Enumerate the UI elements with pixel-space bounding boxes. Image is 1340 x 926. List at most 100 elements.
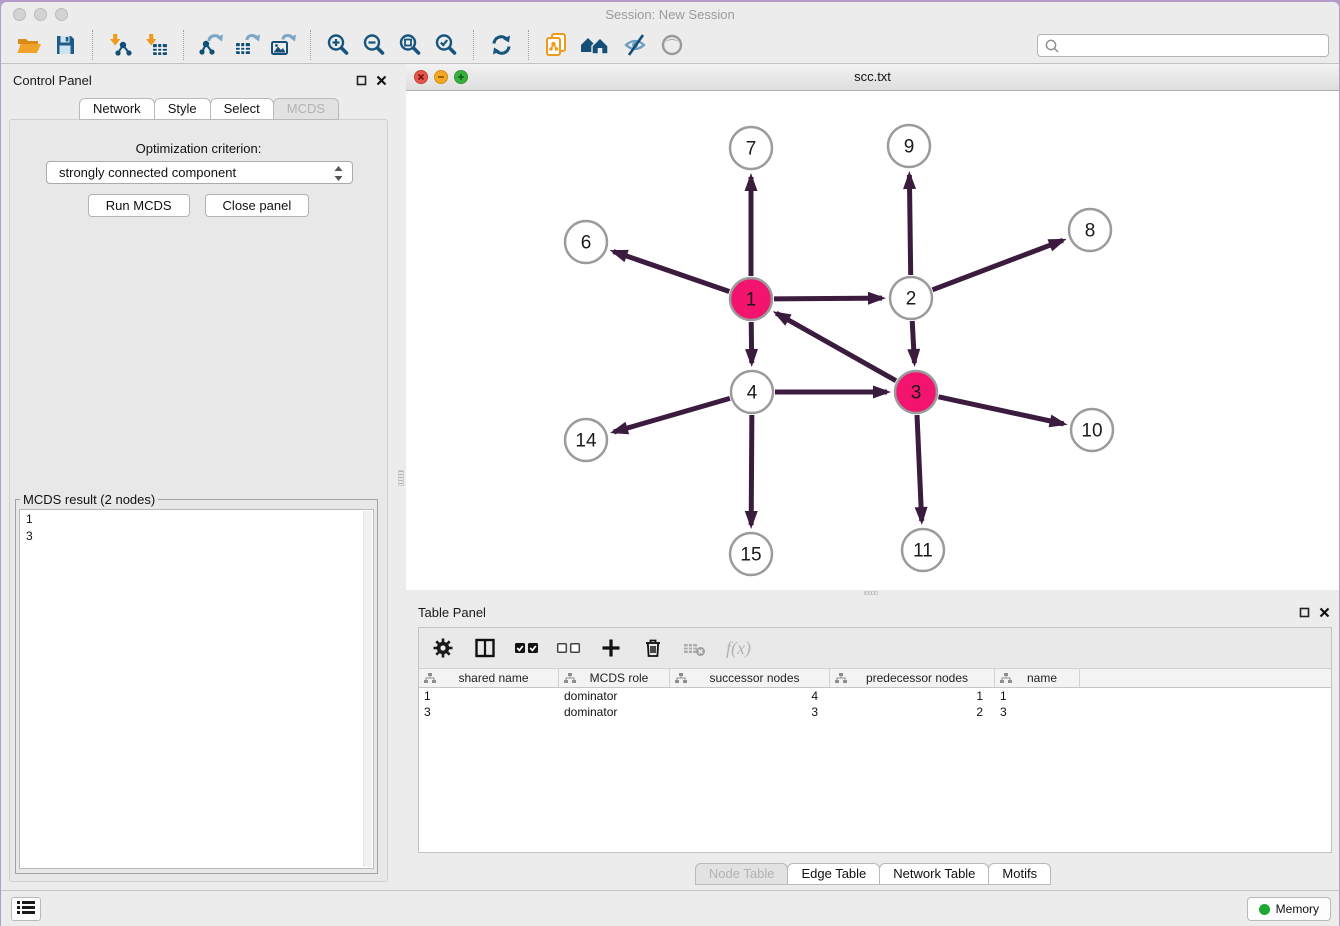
frame-minimize-icon[interactable] [434,70,448,84]
svg-text:3: 3 [911,383,922,404]
svg-text:2: 2 [906,289,917,310]
copy-current-style-icon[interactable] [540,29,572,61]
open-session-icon[interactable] [13,29,45,61]
criterion-select[interactable]: strongly connected component [46,161,353,184]
table-header-row: shared nameMCDS rolesuccessor nodesprede… [419,669,1331,688]
table-cell: 1 [830,688,995,704]
table-cell: dominator [559,704,670,720]
run-mcds-button[interactable]: Run MCDS [88,194,190,217]
export-table-icon[interactable] [231,29,263,61]
graph-node-2[interactable]: 2 [890,277,932,319]
network-frame: scc.txt 7 9 6 8 1 2 4 3 14 10 15 11 [406,64,1339,590]
zoom-selected-icon[interactable] [430,29,462,61]
first-neighbors-icon[interactable] [576,29,616,61]
graph-node-11[interactable]: 11 [902,529,944,571]
float-panel-icon[interactable] [1299,605,1310,623]
graph-edge-3-10[interactable] [938,397,1063,424]
column-header-MCDS-role[interactable]: MCDS role [559,669,670,687]
memory-button[interactable]: Memory [1247,897,1331,921]
delete-column-icon[interactable] [640,635,666,661]
show-hidden-icon[interactable] [656,29,688,61]
task-history-button[interactable] [11,897,41,921]
export-network-icon[interactable] [195,29,227,61]
splitter-grip[interactable] [864,591,878,595]
graph-edge-1-6[interactable] [613,251,729,291]
import-table-icon[interactable] [140,29,172,61]
search-input[interactable] [1037,34,1329,57]
table-toolbar: f(x) [419,628,1331,669]
save-session-icon[interactable] [49,29,81,61]
graph-edge-4-14[interactable] [614,398,730,432]
graph-edge-2-9[interactable] [909,175,910,275]
graph-node-4[interactable]: 4 [731,371,773,413]
result-scrollbar[interactable] [363,511,372,867]
svg-text:f(x): f(x) [726,638,751,659]
float-panel-icon[interactable] [356,73,367,91]
table-row[interactable]: 1dominator411 [419,688,1331,704]
graph-node-8[interactable]: 8 [1069,209,1111,251]
tab-edge-table[interactable]: Edge Table [787,863,880,885]
function-builder-icon: f(x) [724,635,760,661]
tab-node-table[interactable]: Node Table [695,863,789,885]
graph-edge-3-1[interactable] [776,313,896,380]
graph-edge-3-11[interactable] [917,415,922,521]
close-panel-icon[interactable] [376,73,387,91]
svg-text:1: 1 [746,290,757,311]
graph-edge-1-2[interactable] [774,298,882,299]
zoom-in-icon[interactable] [322,29,354,61]
network-canvas[interactable]: 7 9 6 8 1 2 4 3 14 10 15 11 [406,91,1339,589]
graph-node-15[interactable]: 15 [730,533,772,575]
graph-node-10[interactable]: 10 [1071,409,1113,451]
tab-motifs[interactable]: Motifs [988,863,1051,885]
close-panel-icon[interactable] [1319,605,1330,623]
splitter-grip[interactable] [398,470,404,486]
deselect-all-rows-icon[interactable] [556,635,582,661]
svg-text:10: 10 [1081,421,1102,442]
export-image-icon[interactable] [267,29,299,61]
network-title: scc.txt [406,64,1339,89]
graph-node-14[interactable]: 14 [565,419,607,461]
refresh-icon[interactable] [485,29,517,61]
tab-style[interactable]: Style [154,98,211,120]
import-network-icon[interactable] [104,29,136,61]
select-all-rows-icon[interactable] [514,635,540,661]
tab-mcds[interactable]: MCDS [273,98,339,120]
zoom-out-icon[interactable] [358,29,390,61]
graph-edge-2-8[interactable] [933,240,1063,290]
graph-edge-4-15[interactable] [751,415,752,525]
zoom-fit-icon[interactable] [394,29,426,61]
mcds-result-list[interactable]: 1 3 [19,509,374,869]
table-cell: 3 [419,704,559,720]
graph-edge-2-3[interactable] [912,321,914,363]
column-header-name[interactable]: name [995,669,1080,687]
vertical-splitter[interactable] [396,64,406,890]
table-options-icon[interactable] [430,635,456,661]
table-cell: dominator [559,688,670,704]
graph-node-3[interactable]: 3 [895,371,937,413]
memory-label: Memory [1276,902,1319,916]
graph-node-7[interactable]: 7 [730,127,772,169]
column-header-successor-nodes[interactable]: successor nodes [670,669,830,687]
graph-node-6[interactable]: 6 [565,221,607,263]
column-header-shared-name[interactable]: shared name [419,669,559,687]
svg-text:8: 8 [1085,221,1096,242]
graph-node-9[interactable]: 9 [888,125,930,167]
show-column-panel-icon[interactable] [472,635,498,661]
close-panel-button[interactable]: Close panel [205,194,310,217]
table-row[interactable]: 3dominator323 [419,704,1331,720]
frame-maximize-icon[interactable] [454,70,468,84]
graph-node-1[interactable]: 1 [730,278,772,320]
delete-table-icon [682,635,708,661]
tab-select[interactable]: Select [210,98,274,120]
column-header-predecessor-nodes[interactable]: predecessor nodes [830,669,995,687]
tab-network-table[interactable]: Network Table [879,863,989,885]
frame-close-icon[interactable] [414,70,428,84]
control-panel-tabs: NetworkStyleSelectMCDS [79,98,338,120]
window-title: Session: New Session [1,7,1339,22]
add-column-icon[interactable] [598,635,624,661]
app-window: Session: New Session [1,2,1339,926]
svg-text:11: 11 [913,541,933,562]
hide-selected-icon[interactable] [620,29,652,61]
tab-network[interactable]: Network [79,98,155,120]
table-cell: 1 [995,688,1080,704]
